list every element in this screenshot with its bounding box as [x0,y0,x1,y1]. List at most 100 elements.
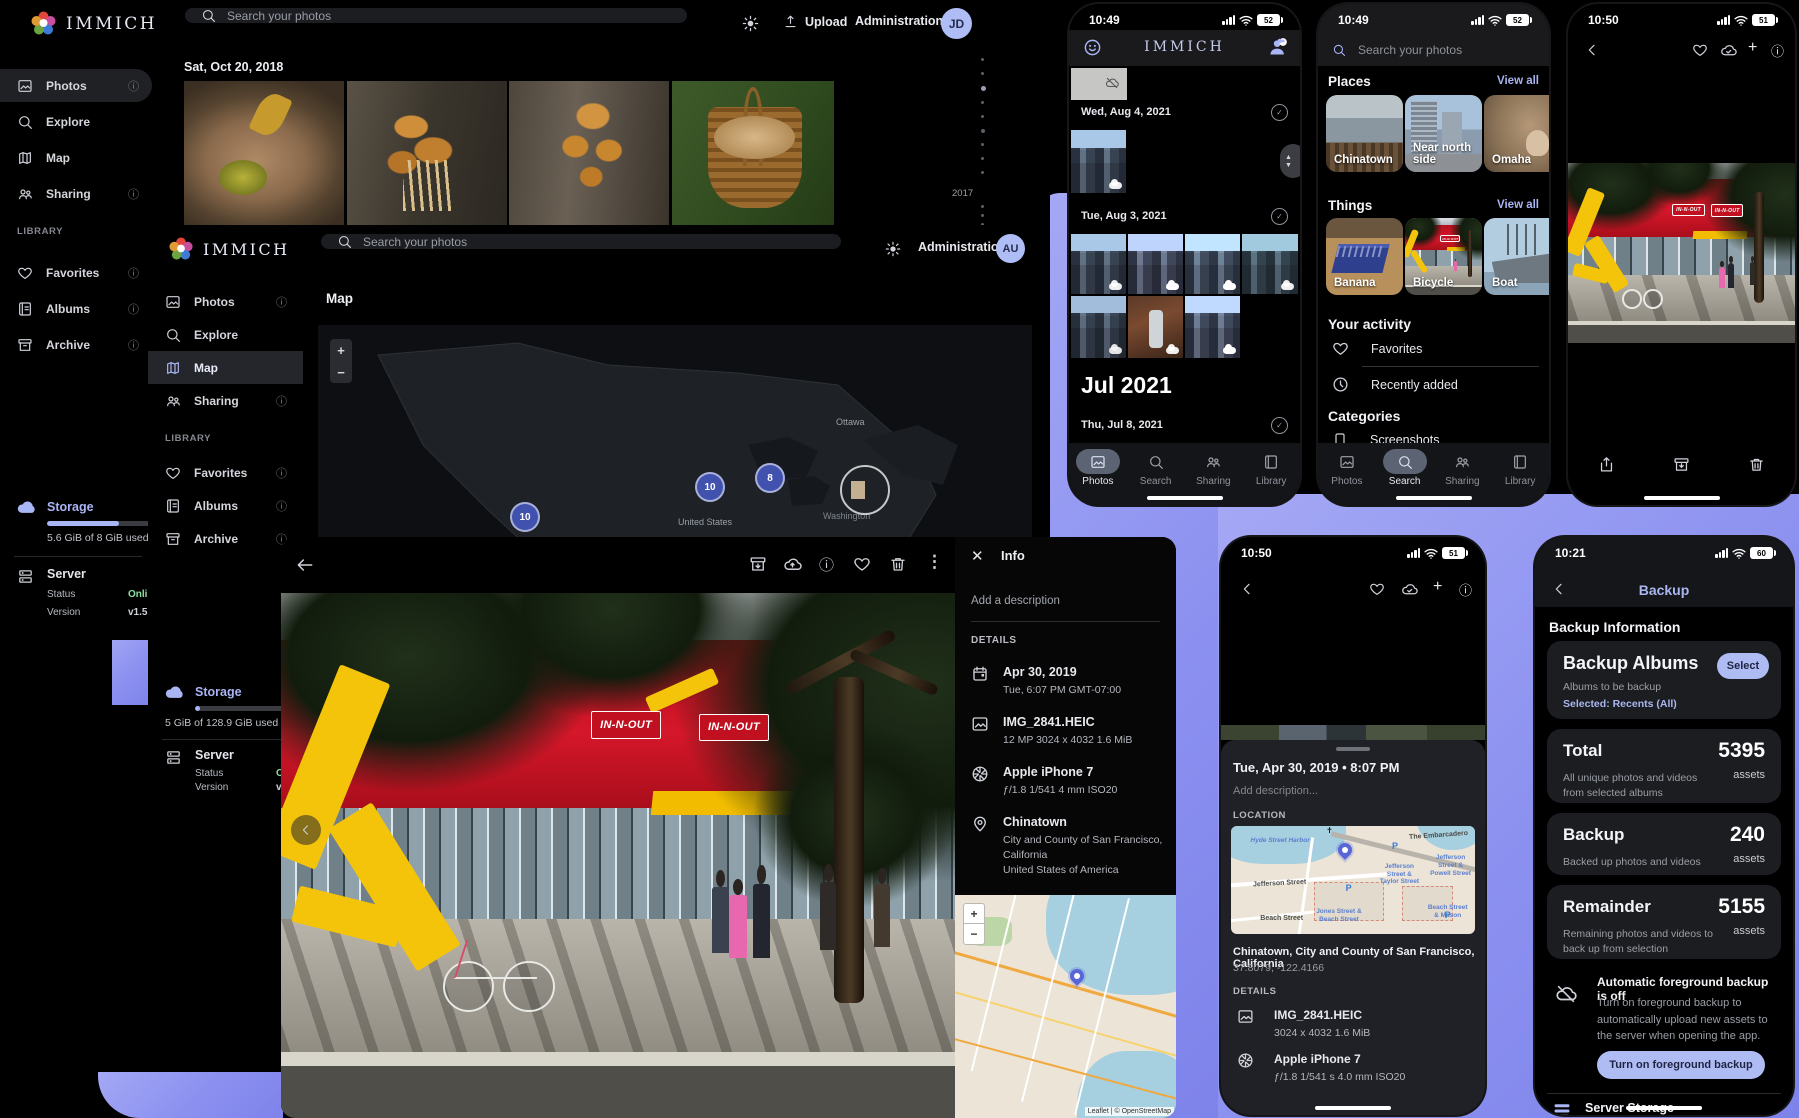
info-circle-icon[interactable]: ⓘ [819,554,834,575]
theme-toggle-button[interactable] [742,15,759,32]
home-indicator[interactable] [1396,496,1472,500]
photo-strip[interactable] [1221,725,1485,740]
sidebar-item-albums[interactable]: Albums ⓘ [0,292,152,325]
face-logo-icon[interactable] [1083,38,1102,57]
info-panel-map[interactable]: + − Leaflet | © OpenStreetMap [955,895,1176,1118]
photo-thumbnail[interactable] [1071,234,1126,294]
map-cluster-marker[interactable]: 10 [510,502,540,532]
thing-card-bicycle[interactable]: IN-N-OUT Bicycle [1405,218,1482,295]
photo-thumbnail-mushroom-1[interactable] [184,81,344,225]
heart-icon[interactable] [853,555,871,573]
cloud-done-icon[interactable] [1401,581,1418,598]
zoom-in-button[interactable]: + [337,343,345,358]
turn-on-foreground-backup-button[interactable]: Turn on foreground backup [1597,1051,1765,1079]
nav-photos[interactable]: Photos [1069,449,1127,505]
zoom-out-button[interactable]: − [337,365,345,380]
photo-thumbnail[interactable] [1185,234,1240,294]
info-circle-icon[interactable]: ⓘ [1459,580,1472,599]
place-card-omaha[interactable]: Omaha [1484,95,1549,172]
back-arrow-icon[interactable] [295,555,315,575]
details-bottom-sheet[interactable]: Tue, Apr 30, 2019 • 8:07 PM Add descript… [1221,740,1485,1115]
activity-recently-added[interactable]: Recently added [1332,376,1458,393]
timeline-dot[interactable] [981,86,986,91]
map-zoom-control[interactable]: + − [330,339,352,383]
timeline-dot[interactable] [981,101,984,104]
sidebar-item-explore[interactable]: Explore [148,318,300,351]
timeline-dot[interactable] [981,143,984,146]
select-day-checkbox[interactable]: ✓ [1271,104,1288,121]
plus-icon[interactable]: + [1748,39,1757,57]
avatar[interactable]: AU [996,234,1025,263]
map-attribution[interactable]: Leaflet | © OpenStreetMap [1085,1107,1174,1116]
map-zoom-in[interactable]: + [963,903,985,925]
photo-inout-phone[interactable]: IN-N-OUT IN-N-OUT [1568,163,1795,343]
sheet-drag-handle[interactable] [1336,747,1370,751]
map-cluster-marker[interactable]: 8 [755,463,785,493]
sidebar-item-archive[interactable]: Archive ⓘ [148,522,300,555]
photo-thumbnail-mushroom-3[interactable] [509,81,669,225]
administration-link[interactable]: Administration [855,14,943,28]
home-indicator[interactable] [1626,1106,1702,1110]
trash-icon[interactable] [889,555,907,573]
photo-thumbnail[interactable] [1128,296,1183,358]
timeline-dot[interactable] [981,129,985,133]
sidebar-item-map[interactable]: Map [0,141,152,174]
heart-icon[interactable] [1369,581,1385,597]
detail-location-row[interactable]: Chinatown City and County of San Francis… [971,815,1166,879]
home-indicator[interactable] [1644,496,1720,500]
nav-library[interactable]: Library [1242,449,1300,505]
cloud-done-icon[interactable] [1720,42,1737,59]
sidebar-item-photos[interactable]: Photos ⓘ [148,285,300,318]
photo-thumbnail-mushroom-basket[interactable] [672,81,834,225]
avatar[interactable]: JD [941,8,972,39]
back-chevron-icon[interactable] [1239,581,1255,597]
place-card-chinatown[interactable]: Chinatown [1326,95,1403,172]
trash-icon[interactable] [1748,456,1765,473]
search-input[interactable]: Search your photos [321,234,841,249]
timeline-dot[interactable] [981,214,984,217]
sidebar-item-favorites[interactable]: Favorites ⓘ [148,456,300,489]
thing-card-boat[interactable]: Boat [1484,218,1549,295]
select-button[interactable]: Select [1717,653,1769,679]
back-chevron-icon[interactable] [1584,42,1600,58]
info-circle-icon[interactable]: ⓘ [1771,41,1784,60]
sidebar-item-explore[interactable]: Explore [0,105,152,138]
timeline-dot[interactable] [981,205,984,208]
theme-toggle-button[interactable] [885,241,901,257]
place-card-near-north-side[interactable]: Near north side [1405,95,1482,172]
thing-card-banana[interactable]: Banana [1326,218,1403,295]
sidebar-item-albums[interactable]: Albums ⓘ [148,489,300,522]
map-photo-cluster[interactable] [840,465,890,515]
timeline-dot[interactable] [981,58,984,61]
photo-thumbnail[interactable] [1071,296,1126,358]
sidebar-item-sharing[interactable]: Sharing ⓘ [0,177,152,210]
select-day-checkbox[interactable]: ✓ [1271,417,1288,434]
timeline-dot[interactable] [981,157,984,160]
timeline-dot[interactable] [981,115,984,118]
places-view-all[interactable]: View all [1497,75,1539,87]
back-chevron-icon[interactable] [1551,581,1567,597]
search-input[interactable]: Search your photos [1332,38,1532,62]
select-day-checkbox[interactable]: ✓ [1271,208,1288,225]
nav-photos[interactable]: Photos [1318,449,1376,505]
sidebar-item-sharing[interactable]: Sharing ⓘ [148,384,300,417]
sidebar-item-favorites[interactable]: Favorites ⓘ [0,256,152,289]
photo-thumbnail-partial[interactable] [1071,68,1127,100]
timeline-dot[interactable] [981,171,984,174]
heart-icon[interactable] [1692,42,1708,58]
photo-thumbnail[interactable] [1185,296,1240,358]
map-zoom-out[interactable]: − [963,923,985,945]
add-description-field[interactable]: Add description... [1233,785,1318,797]
upload-button[interactable]: Upload [783,14,847,29]
immich-logo[interactable]: IMMICH [30,10,157,37]
search-input[interactable]: Search your photos [185,8,687,23]
cloud-upload-icon[interactable] [783,555,802,574]
things-view-all[interactable]: View all [1497,199,1539,211]
share-icon[interactable] [1598,456,1615,473]
sidebar-item-map-active[interactable]: Map [148,351,303,384]
photo-inout-large[interactable]: IN-N-OUT IN-N-OUT [281,593,955,1118]
map-cluster-marker[interactable]: 10 [695,472,725,502]
photo-thumbnail[interactable] [1242,234,1298,294]
add-description-field[interactable]: Add a description [971,595,1060,607]
kebab-menu-icon[interactable]: ⋮ [926,552,943,572]
